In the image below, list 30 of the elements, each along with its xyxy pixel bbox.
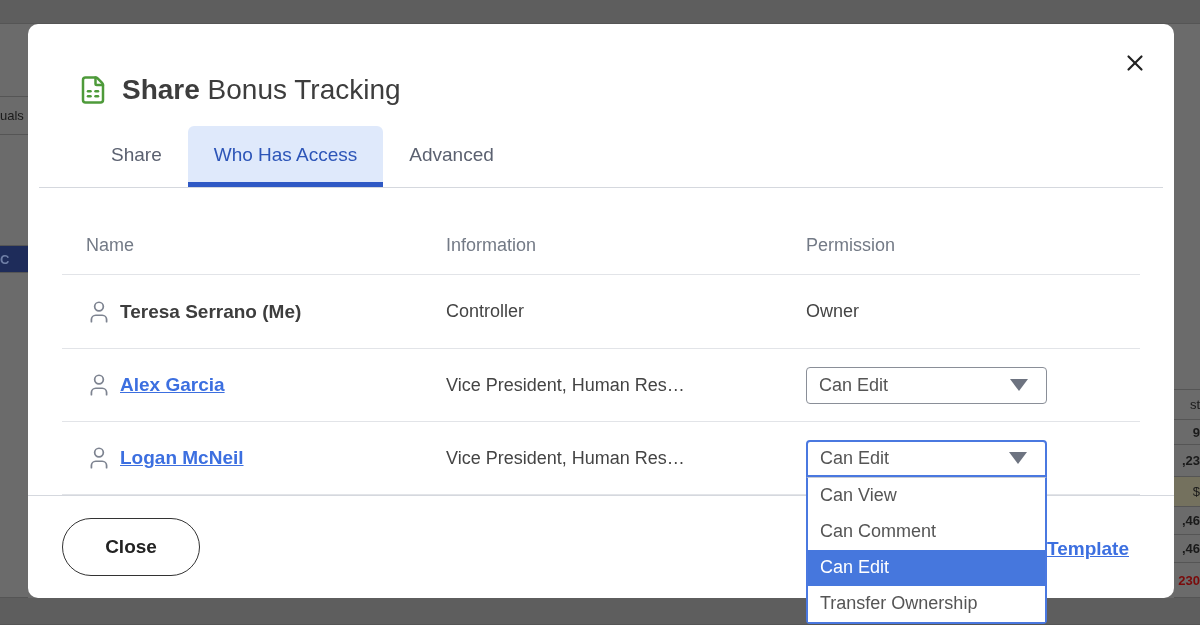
caret-icon [1009, 452, 1027, 464]
cell-text: st [1189, 397, 1200, 412]
cell-text: $ [1192, 484, 1200, 499]
cell-text: uals [0, 108, 24, 123]
permission-select[interactable]: Can Edit [806, 366, 1047, 404]
person-link[interactable]: Alex Garcia [120, 374, 225, 396]
person-information: Vice President, Human Res… [446, 447, 686, 469]
column-header: Name [86, 234, 135, 256]
permission-text: Owner [806, 301, 860, 322]
cell-text: ,46 [1181, 513, 1200, 528]
template-link[interactable]: Template [1047, 538, 1129, 560]
cell-text: ,46 [1181, 541, 1200, 556]
column-header: Information [446, 234, 538, 256]
person-information: Controller [446, 301, 526, 322]
menu-option[interactable]: Can Edit [808, 549, 1045, 586]
caret-icon [1010, 379, 1028, 391]
person-information: Vice President, Human Res… [446, 374, 686, 396]
cell-text: C [0, 251, 10, 267]
dialog-title: Share Bonus Tracking [122, 74, 401, 106]
close-button[interactable]: Close [62, 518, 200, 576]
permission-select[interactable]: Can Edit [806, 439, 1047, 477]
tab[interactable]: Advanced [383, 126, 520, 187]
cell-text: 230 [1178, 572, 1200, 588]
cell-text: 9 [1192, 424, 1200, 440]
cell-text: ,23 [1181, 453, 1200, 468]
column-header: Permission [806, 234, 897, 256]
person-link[interactable]: Logan McNeil [120, 447, 244, 469]
person-name: Teresa Serrano (Me) [120, 300, 302, 323]
tab[interactable]: Share [85, 126, 188, 187]
tab[interactable]: Who Has Access [187, 126, 384, 187]
